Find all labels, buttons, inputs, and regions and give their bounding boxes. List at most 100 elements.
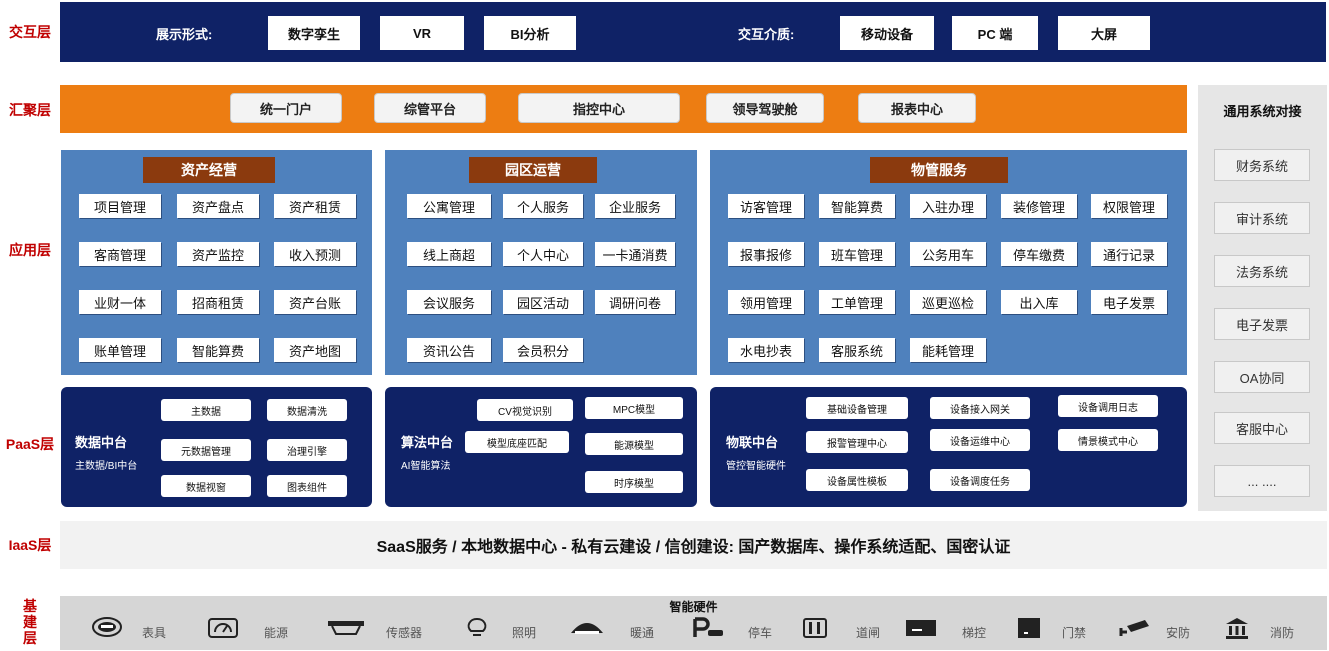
app-panel-asset: 资产经营 项目管理 资产盘点 资产租赁 客商管理 资产监控 收入预测 业财一体 … — [61, 150, 372, 375]
app-item-asset-10: 账单管理 — [79, 338, 161, 362]
elevator-icon — [904, 617, 938, 639]
app-item-property-12: 工单管理 — [819, 290, 895, 314]
app-item-park-8: 园区活动 — [503, 290, 583, 314]
hub-item-cockpit: 领导驾驶舱 — [706, 93, 824, 123]
hardware-title: 智能硬件 — [669, 600, 718, 614]
lighting-icon — [462, 616, 492, 640]
app-panel-asset-title: 资产经营 — [143, 157, 275, 183]
hardware-label-camera: 安防 — [1166, 626, 1191, 640]
app-item-property-18: 能耗管理 — [910, 338, 986, 362]
app-item-property-5: 权限管理 — [1091, 194, 1167, 218]
display-item-digital-twin: 数字孪生 — [268, 16, 360, 50]
layer-label-iaas: IaaS层 — [8, 537, 52, 553]
paas-data-item-5: 数据视窗 — [161, 475, 251, 497]
app-panel-property-title: 物管服务 — [870, 157, 1008, 183]
app-item-park-10: 资讯公告 — [407, 338, 491, 362]
access-icon — [1014, 616, 1044, 640]
medium-item-mobile: 移动设备 — [840, 16, 934, 50]
hardware-label-energy: 能源 — [264, 626, 289, 640]
app-item-asset-2: 资产盘点 — [177, 194, 259, 218]
app-item-property-9: 停车缴费 — [1001, 242, 1077, 266]
hardware-label-sensor: 传感器 — [386, 626, 423, 640]
paas-panel-data: 数据中台 主数据/BI中台 主数据 数据清洗 元数据管理 治理引擎 数据视窗 图… — [61, 387, 372, 507]
paas-iot-sub: 管控智能硬件 — [726, 461, 786, 472]
paas-algo-item-4: 能源模型 — [585, 433, 683, 455]
iaas-band: SaaS服务 / 本地数据中心 - 私有云建设 / 信创建设: 国产数据库、操作… — [60, 521, 1327, 569]
display-item-vr: VR — [380, 16, 464, 50]
display-form-label: 展示形式: — [156, 27, 213, 42]
app-item-property-15: 电子发票 — [1091, 290, 1167, 314]
hardware-label-elevator: 梯控 — [962, 626, 987, 640]
medium-label: 交互介质: — [738, 27, 795, 42]
app-item-asset-6: 收入预测 — [274, 242, 356, 266]
app-item-property-13: 巡更巡检 — [910, 290, 986, 314]
hardware-band: 智能硬件 表具 能源 传感器 照明 暖通 停车 道闸 梯控 门禁 安防 消防 — [60, 596, 1327, 650]
paas-iot-item-4: 报警管理中心 — [806, 431, 908, 453]
sidebar-item-more: ... .... — [1214, 465, 1310, 497]
iaas-text: SaaS服务 / 本地数据中心 - 私有云建设 / 信创建设: 国产数据库、操作… — [376, 539, 1011, 556]
layer-label-interaction: 交互层 — [9, 24, 51, 40]
hvac-icon — [568, 618, 606, 638]
app-item-park-6: 一卡通消费 — [595, 242, 675, 266]
paas-data-item-6: 图表组件 — [267, 475, 347, 497]
app-item-property-1: 访客管理 — [728, 194, 804, 218]
paas-iot-item-7: 设备属性模板 — [806, 469, 908, 491]
app-item-property-16: 水电抄表 — [728, 338, 804, 362]
hub-item-report: 报表中心 — [858, 93, 976, 123]
app-item-park-3: 企业服务 — [595, 194, 675, 218]
hardware-label-gate: 道闸 — [856, 626, 881, 640]
paas-data-item-4: 治理引擎 — [267, 439, 347, 461]
app-item-asset-8: 招商租赁 — [177, 290, 259, 314]
paas-algo-item-2: MPC模型 — [585, 397, 683, 419]
app-item-property-8: 公务用车 — [910, 242, 986, 266]
hardware-label-lighting: 照明 — [512, 626, 537, 640]
layer-label-app: 应用层 — [9, 242, 51, 258]
app-item-property-6: 报事报修 — [728, 242, 804, 266]
display-item-bi: BI分析 — [484, 16, 576, 50]
app-item-asset-11: 智能算费 — [177, 338, 259, 362]
paas-algo-name: 算法中台 — [401, 435, 454, 450]
sidebar-item-legal: 法务系统 — [1214, 255, 1310, 287]
hardware-label-hvac: 暖通 — [630, 626, 655, 640]
paas-algo-sub: AI智能算法 — [401, 461, 451, 472]
app-item-park-11: 会员积分 — [503, 338, 583, 362]
hub-item-command: 指控中心 — [518, 93, 680, 123]
sidebar-title: 通用系统对接 — [1223, 104, 1302, 119]
paas-panel-algo: 算法中台 AI智能算法 CV视觉识别 MPC模型 模型底座匹配 能源模型 时序模… — [385, 387, 697, 507]
hub-item-portal: 统一门户 — [230, 93, 342, 123]
paas-iot-item-2: 设备接入网关 — [930, 397, 1030, 419]
app-item-property-2: 智能算费 — [819, 194, 895, 218]
meter-icon — [90, 616, 124, 638]
camera-icon — [1118, 616, 1152, 640]
energy-icon — [206, 617, 240, 639]
app-panel-property: 物管服务 访客管理 智能算费 入驻办理 装修管理 权限管理 报事报修 班车管理 … — [710, 150, 1187, 375]
app-item-asset-12: 资产地图 — [274, 338, 356, 362]
hub-band: 统一门户 综管平台 指控中心 领导驾驶舱 报表中心 — [60, 85, 1187, 133]
sidebar-general-systems: 通用系统对接 财务系统 审计系统 法务系统 电子发票 OA协同 客服中心 ...… — [1198, 85, 1327, 511]
paas-iot-item-5: 设备运维中心 — [930, 429, 1030, 451]
app-item-asset-7: 业财一体 — [79, 290, 161, 314]
sidebar-item-finance: 财务系统 — [1214, 149, 1310, 181]
fire-icon — [1222, 616, 1252, 640]
layer-label-hub: 汇聚层 — [9, 102, 51, 118]
paas-data-item-2: 数据清洗 — [267, 399, 347, 421]
hardware-label-access: 门禁 — [1062, 626, 1087, 640]
hardware-label-parking: 停车 — [748, 626, 773, 640]
interaction-band: 展示形式: 数字孪生 VR BI分析 交互介质: 移动设备 PC 端 大屏 — [60, 2, 1326, 62]
layer-label-paas: PaaS层 — [5, 436, 55, 452]
app-panel-park: 园区运营 公寓管理 个人服务 企业服务 线上商超 个人中心 一卡通消费 会议服务… — [385, 150, 697, 375]
layer-label-base: 基 建 层 — [23, 598, 37, 646]
app-item-property-11: 领用管理 — [728, 290, 804, 314]
paas-algo-item-5: 时序模型 — [585, 471, 683, 493]
paas-iot-item-8: 设备调度任务 — [930, 469, 1030, 491]
medium-item-pc: PC 端 — [952, 16, 1038, 50]
sensor-icon — [326, 617, 366, 639]
app-item-property-14: 出入库 — [1001, 290, 1077, 314]
gate-icon — [800, 616, 830, 640]
paas-iot-name: 物联中台 — [726, 435, 779, 450]
app-item-park-2: 个人服务 — [503, 194, 583, 218]
app-item-asset-3: 资产租赁 — [274, 194, 356, 218]
sidebar-item-oa: OA协同 — [1214, 361, 1310, 393]
hardware-label-fire: 消防 — [1270, 626, 1295, 640]
sidebar-item-audit: 审计系统 — [1214, 202, 1310, 234]
